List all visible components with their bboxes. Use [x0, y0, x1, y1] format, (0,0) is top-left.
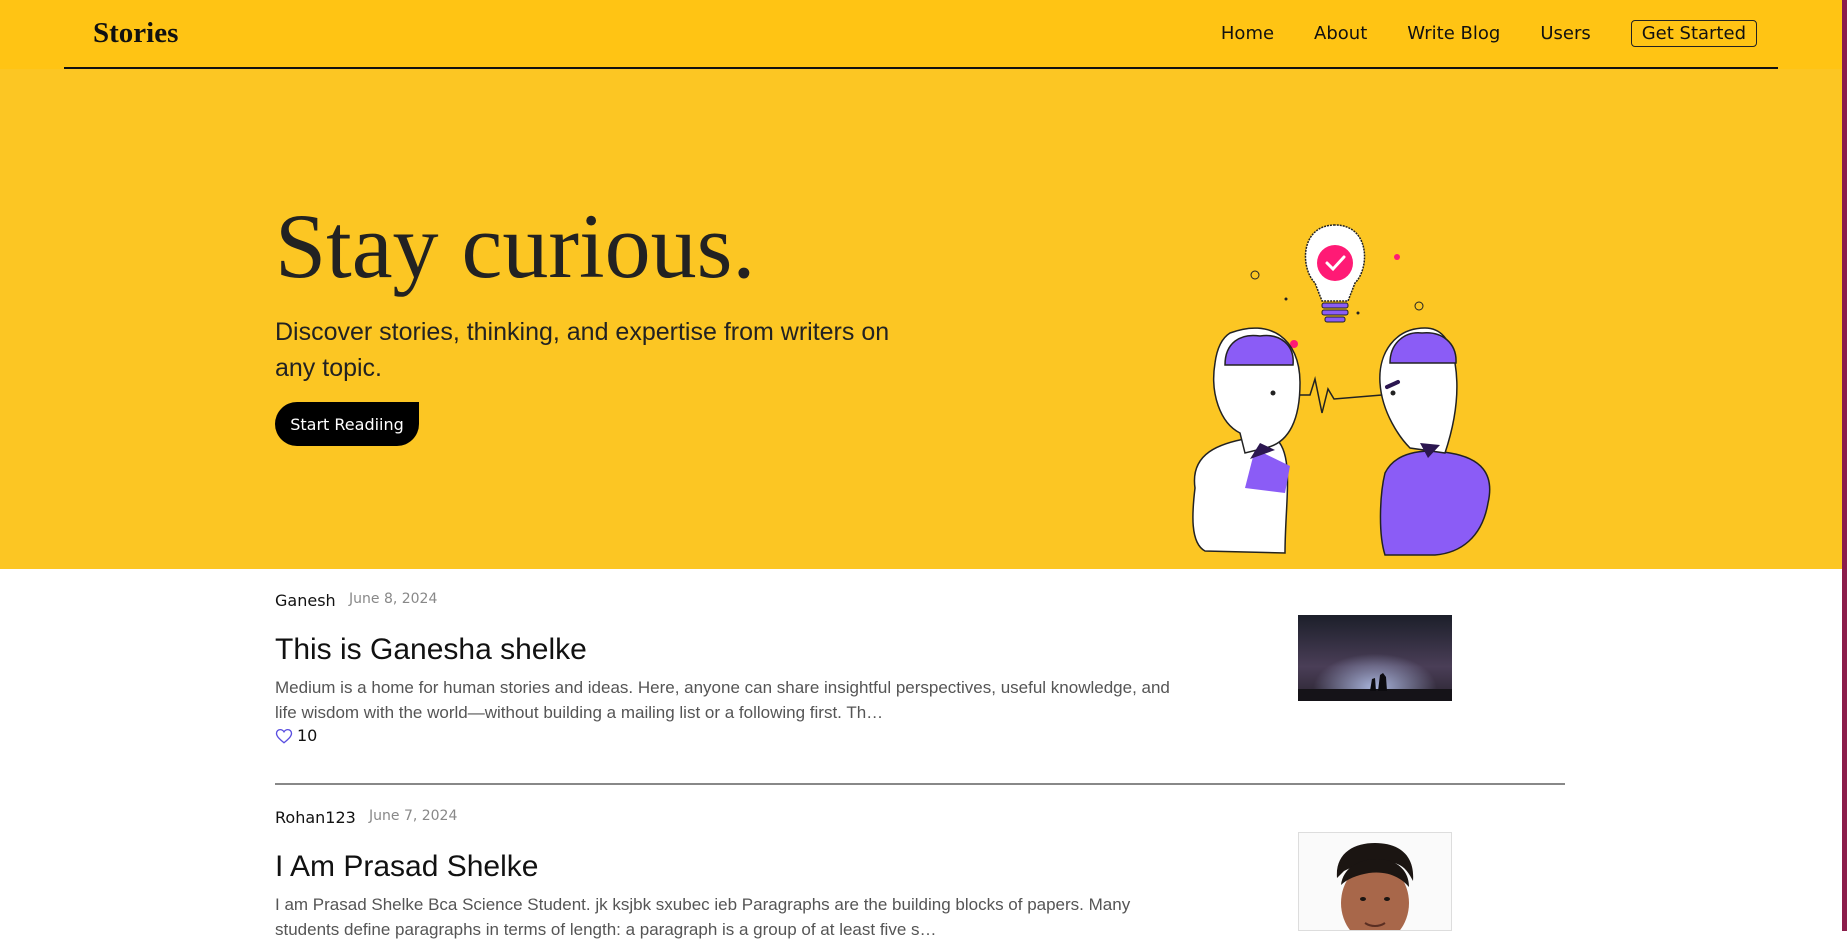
post-divider	[275, 783, 1565, 785]
nav-about[interactable]: About	[1314, 23, 1367, 44]
post-date: June 8, 2024	[349, 591, 438, 607]
brand-logo[interactable]: Stories	[93, 17, 178, 50]
post-thumbnail[interactable]	[1298, 615, 1452, 701]
nav-users[interactable]: Users	[1540, 23, 1590, 44]
post-author[interactable]: Rohan123	[275, 808, 356, 827]
like-control[interactable]: 10	[275, 726, 317, 745]
left-person-figure	[1192, 327, 1301, 554]
top-navbar: Stories Home About Write Blog Users Get …	[0, 0, 1847, 69]
right-person-figure	[1379, 327, 1491, 556]
nav-links: Home About Write Blog Users Get Started	[1221, 20, 1757, 47]
lightbulb-icon	[1304, 224, 1366, 323]
author-portrait-image	[1336, 843, 1414, 930]
start-reading-button[interactable]: Start Readiing	[275, 402, 419, 446]
post-author[interactable]: Ganesh	[275, 591, 336, 610]
post-thumbnail[interactable]	[1298, 832, 1452, 931]
like-count: 10	[297, 726, 318, 745]
night-sky-image	[1298, 615, 1452, 701]
post-excerpt: I am Prasad Shelke Bca Science Student. …	[275, 895, 1131, 939]
heart-icon[interactable]	[275, 727, 293, 745]
hero-section: Stay curious. Discover stories, thinking…	[0, 69, 1847, 569]
hero-title: Stay curious.	[275, 195, 756, 297]
post-date: June 7, 2024	[369, 808, 458, 824]
nav-home[interactable]: Home	[1221, 23, 1274, 44]
window-right-edge	[1842, 0, 1847, 931]
nav-write-blog[interactable]: Write Blog	[1407, 23, 1500, 44]
post-title[interactable]: I Am Prasad Shelke	[275, 850, 538, 884]
post-title[interactable]: This is Ganesha shelke	[275, 633, 587, 667]
post-excerpt: Medium is a home for human stories and i…	[275, 678, 1170, 722]
get-started-button[interactable]: Get Started	[1630, 20, 1757, 47]
hero-illustration	[1192, 224, 1491, 556]
hero-subtitle: Discover stories, thinking, and expertis…	[275, 318, 890, 382]
